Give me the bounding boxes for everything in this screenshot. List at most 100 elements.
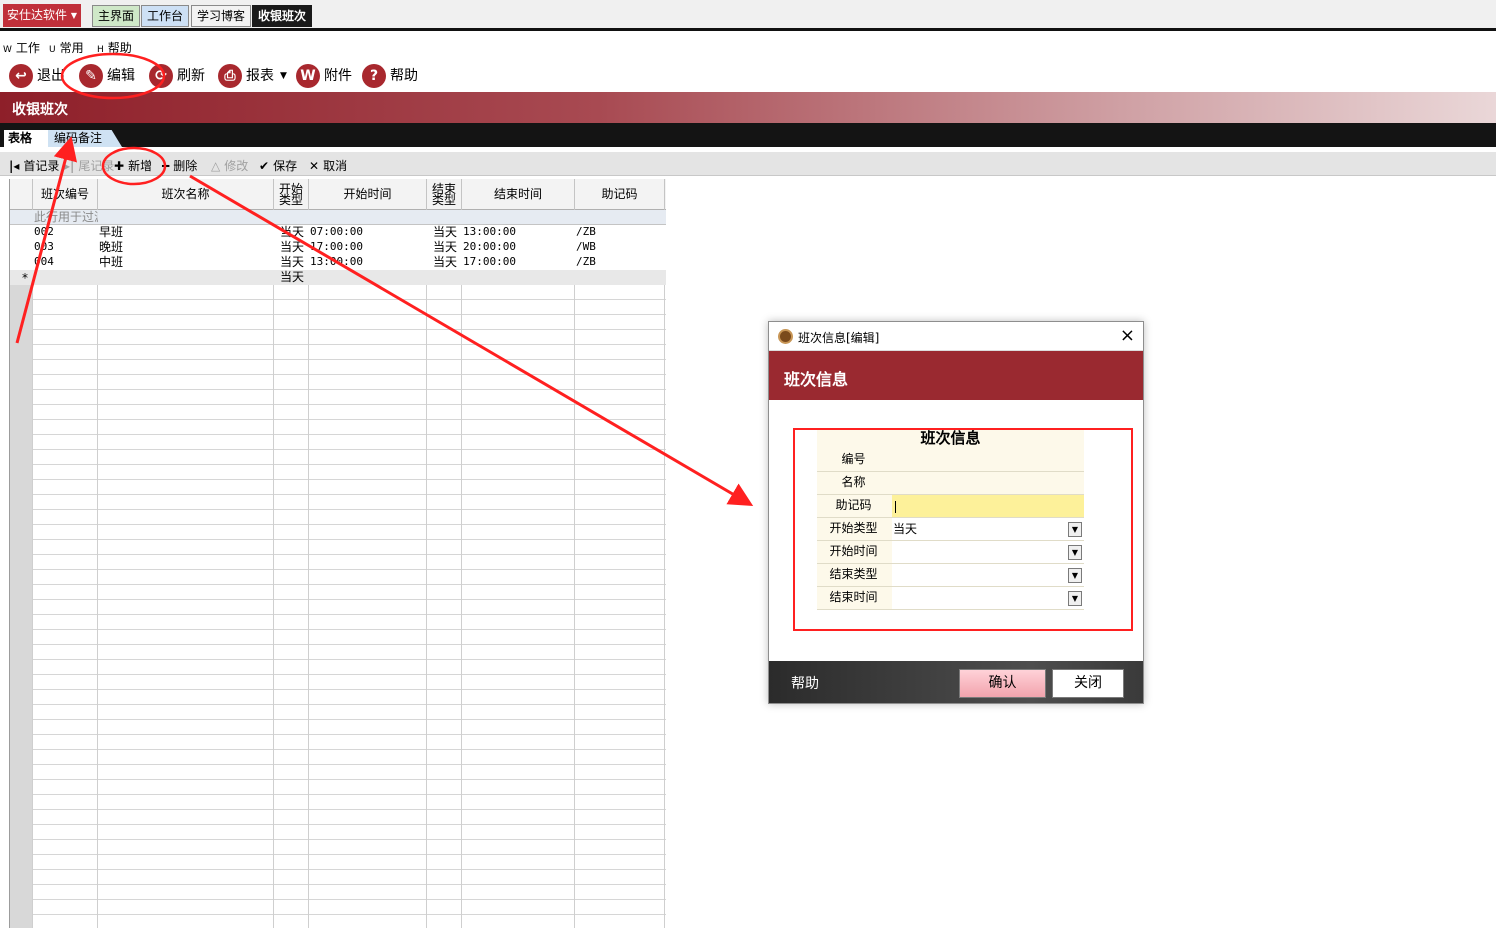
chevron-down-icon[interactable]: ▼ <box>1068 522 1082 537</box>
help-button[interactable]: ? 帮助 <box>362 63 422 89</box>
x-icon: ✕ <box>309 159 320 173</box>
tab-blog[interactable]: 学习博客 <box>191 5 252 27</box>
dialog-header: 班次信息 <box>769 351 1143 400</box>
modify-record-button[interactable]: △ 修改 <box>211 157 248 174</box>
end-type-select[interactable]: ▼ <box>892 564 1084 586</box>
cell-name: 早班 <box>99 225 124 239</box>
menu-common-label: 常用 <box>59 41 84 55</box>
header-name[interactable]: 班次名称 <box>98 179 274 210</box>
chevron-down-icon[interactable]: ▼ <box>1068 545 1082 560</box>
subtab-code-note[interactable]: 编码备注 <box>48 130 122 147</box>
page-title: 收银班次 <box>12 102 68 118</box>
cell-end-type: 当天 <box>433 255 458 269</box>
filter-row[interactable]: 此行用于过滤 <box>10 210 666 225</box>
refresh-icon: ⟳ <box>149 64 173 88</box>
cell-start-type: 当天 <box>280 225 305 239</box>
subtab-strip <box>0 123 1496 147</box>
dialog-help-link[interactable]: 帮助 <box>791 673 819 693</box>
report-button[interactable]: ⎙ 报表 ▼ <box>218 63 290 89</box>
table-row[interactable]: 003 晚班 当天 17:00:00 当天 20:00:00 /WB <box>10 240 666 255</box>
cell-end-time: 13:00:00 <box>463 225 516 238</box>
cell-name: 晚班 <box>99 240 124 254</box>
header-code[interactable]: 班次编号 <box>33 179 98 210</box>
start-time-select[interactable]: ▼ <box>892 541 1084 563</box>
main-toolbar: ↩ 退出 ✎ 编辑 ⟳ 刷新 ⎙ 报表 ▼ W 附件 ? 帮助 <box>0 60 1496 92</box>
header-end-time[interactable]: 结束时间 <box>462 179 575 210</box>
mnemonic-label: 助记码 <box>835 498 872 512</box>
brand-label: 安仕达软件 <box>7 8 68 22</box>
table-row[interactable]: 004 中班 当天 13:00:00 当天 17:00:00 /ZB <box>10 255 666 270</box>
table-row[interactable]: 002 早班 当天 07:00:00 当天 13:00:00 /ZB <box>10 225 666 240</box>
attachment-button[interactable]: W 附件 <box>296 63 356 89</box>
form-row-code: 编号 <box>817 449 1084 472</box>
close-icon[interactable]: × <box>1120 325 1135 346</box>
grid-header: 班次编号 班次名称 开始类型 开始时间 结束类型 结束时间 助记码 <box>10 179 666 210</box>
delete-record-button[interactable]: ━ 删除 <box>162 157 197 174</box>
cell-mnemonic: /WB <box>576 240 596 253</box>
header-end-type[interactable]: 结束类型 <box>427 179 462 210</box>
add-record-button[interactable]: ✚ 新增 <box>114 157 152 174</box>
form-row-end-time: 结束时间 ▼ <box>817 587 1084 610</box>
menu-help[interactable]: H 帮助 <box>97 39 132 56</box>
chevron-down-icon[interactable]: ▼ <box>1068 568 1082 583</box>
record-toolbar: |◂ 首记录 ▸| 尾记录 ✚ 新增 ━ 删除 △ 修改 ✔ 保存 ✕ 取消 <box>0 152 1496 176</box>
header-start-type[interactable]: 开始类型 <box>274 179 309 210</box>
brand-menu-button[interactable]: 安仕达软件 ▼ <box>3 4 81 27</box>
app-icon <box>778 329 793 344</box>
form-row-mnemonic: 助记码 <box>817 495 1084 518</box>
refresh-label: 刷新 <box>177 68 205 84</box>
name-field[interactable] <box>892 472 1084 494</box>
last-record-button[interactable]: ▸| 尾记录 <box>64 157 114 174</box>
delete-record-label: 删除 <box>173 159 198 173</box>
page-title-band: 收银班次 <box>0 92 1496 123</box>
cancel-record-button[interactable]: ✕ 取消 <box>309 157 347 174</box>
header-mnemonic[interactable]: 助记码 <box>575 179 665 210</box>
header-indicator <box>10 179 33 210</box>
new-row-start-type: 当天 <box>280 270 305 284</box>
subtab-table[interactable]: 表格 <box>4 130 48 147</box>
dialog-title: 班次信息[编辑] <box>798 331 880 345</box>
new-record-row[interactable]: * 当天 <box>10 270 666 285</box>
code-field[interactable] <box>892 449 1084 471</box>
edit-button[interactable]: ✎ 编辑 <box>79 63 139 89</box>
cell-start-time: 17:00:00 <box>310 240 363 253</box>
exit-label: 退出 <box>37 68 65 84</box>
cell-code: 002 <box>34 225 54 238</box>
new-row-marker: * <box>22 271 28 285</box>
cell-start-time: 13:00:00 <box>310 255 363 268</box>
save-record-button[interactable]: ✔ 保存 <box>259 157 297 174</box>
text-caret <box>895 500 896 513</box>
end-time-select[interactable]: ▼ <box>892 587 1084 609</box>
cell-start-type: 当天 <box>280 255 305 269</box>
menu-work[interactable]: W 工作 <box>3 39 40 56</box>
report-dropdown-icon: ▼ <box>280 71 287 81</box>
add-record-label: 新增 <box>128 159 153 173</box>
menu-help-accel: H <box>97 45 104 55</box>
form-row-start-type: 开始类型 当天 ▼ <box>817 518 1084 541</box>
close-button[interactable]: 关闭 <box>1052 669 1124 698</box>
tab-cashier-shift[interactable]: 收银班次 <box>252 5 313 27</box>
shift-grid[interactable]: 班次编号 班次名称 开始类型 开始时间 结束类型 结束时间 助记码 此行用于过滤… <box>9 179 666 928</box>
modify-record-label: 修改 <box>224 159 249 173</box>
header-start-time[interactable]: 开始时间 <box>309 179 427 210</box>
menu-help-label: 帮助 <box>107 41 132 55</box>
chevron-down-icon[interactable]: ▼ <box>1068 591 1082 606</box>
start-time-label: 开始时间 <box>829 544 878 558</box>
mnemonic-field[interactable] <box>892 495 1084 517</box>
code-label: 编号 <box>841 452 866 466</box>
menu-work-label: 工作 <box>15 41 40 55</box>
confirm-button[interactable]: 确认 <box>959 669 1046 698</box>
shift-info-dialog: 班次信息[编辑] × 班次信息 班次信息 编号 名称 助记码 开始类型 当天 ▼ … <box>768 321 1144 704</box>
exit-button[interactable]: ↩ 退出 <box>9 63 69 89</box>
start-type-select[interactable]: 当天 ▼ <box>892 518 1084 540</box>
top-tab-bar: 安仕达软件 ▼ 主界面 工作台 学习博客 收银班次 <box>0 0 1496 31</box>
refresh-button[interactable]: ⟳ 刷新 <box>149 63 209 89</box>
form-row-name: 名称 <box>817 472 1084 495</box>
menu-common[interactable]: U 常用 <box>49 39 84 56</box>
first-record-button[interactable]: |◂ 首记录 <box>9 157 59 174</box>
tab-workbench[interactable]: 工作台 <box>141 5 190 27</box>
save-record-label: 保存 <box>273 159 298 173</box>
tab-main[interactable]: 主界面 <box>92 5 141 27</box>
row-indicator-column <box>10 179 32 928</box>
dialog-titlebar[interactable]: 班次信息[编辑] × <box>769 322 1143 351</box>
